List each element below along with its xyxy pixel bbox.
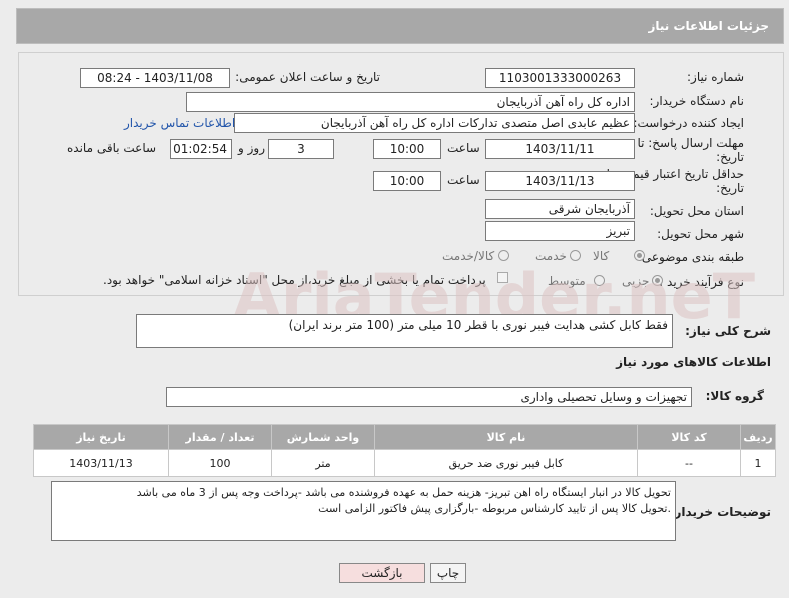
purchase-type-label: نوع فرآیند خرید :	[659, 275, 744, 289]
buyer-org-label: نام دستگاه خریدار:	[649, 94, 745, 108]
province-field: آذربایجان شرقی	[485, 199, 635, 219]
purchase-medium-radio[interactable]	[594, 275, 605, 286]
announce-datetime-field: 1403/11/08 - 08:24	[80, 68, 230, 88]
print-button[interactable]: چاپ	[430, 563, 466, 583]
purchase-minor-radio[interactable]	[652, 275, 663, 286]
treasury-payment-note: پرداخت تمام یا بخشی از مبلغ خرید،از محل …	[103, 273, 486, 287]
category-label: طبقه بندی موضوعی:	[637, 250, 744, 264]
cell-row-number: 1	[740, 449, 776, 477]
goods-group-field: تجهیزات و وسایل تحصیلی واداری	[166, 387, 692, 407]
goods-table: ردیف کد کالا نام کالا واحد شمارش تعداد /…	[33, 424, 776, 477]
col-row-number: ردیف	[740, 424, 776, 450]
cell-need-date: 1403/11/13	[33, 449, 169, 477]
reply-date-field: 1403/11/11	[485, 139, 635, 159]
time-remaining-label: ساعت باقی مانده	[67, 141, 157, 155]
buyer-org-field: اداره کل راه آهن آذربایجان	[186, 92, 635, 112]
announce-datetime-label: تاریخ و ساعت اعلان عمومی:	[235, 70, 380, 84]
back-button[interactable]: بازگشت	[339, 563, 425, 583]
reply-deadline-label: مهلت ارسال پاسخ: تا	[637, 136, 744, 150]
summary-textarea[interactable]: فقط کابل کشی هدایت فیبر نوری با قطر 10 م…	[136, 314, 673, 348]
reply-time-field: 10:00	[373, 139, 441, 159]
summary-label: شرح کلی نیاز:	[685, 324, 771, 338]
creator-field: عظیم عابدی اصل متصدی تدارکات اداره کل را…	[234, 113, 635, 133]
buyer-notes-textarea[interactable]: تحویل کالا در انبار ایستگاه راه اهن تبری…	[51, 481, 676, 541]
cell-item-name: کابل فیبر نوری ضد حریق	[374, 449, 638, 477]
days-label: روز و	[238, 141, 265, 155]
buyer-notes-line-1: تحویل کالا در انبار ایستگاه راه اهن تبری…	[136, 486, 671, 499]
goods-table-header: ردیف کد کالا نام کالا واحد شمارش تعداد /…	[33, 424, 776, 450]
city-field: تبریز	[485, 221, 635, 241]
price-validity-label-2: تاریخ:	[716, 181, 744, 195]
creator-label: ایجاد کننده درخواست:	[633, 116, 744, 130]
reply-time-label: ساعت	[447, 141, 480, 155]
category-goods-service-radio[interactable]	[498, 250, 509, 261]
category-goods-radio[interactable]	[634, 250, 645, 261]
treasury-payment-checkbox[interactable]	[497, 272, 508, 283]
page-title: جزئیات اطلاعات نیاز	[648, 19, 769, 33]
col-need-date: تاریخ نیاز	[33, 424, 169, 450]
price-validity-time-field: 10:00	[373, 171, 441, 191]
city-label: شهر محل تحویل:	[657, 227, 744, 241]
time-remaining-field: 01:02:54	[170, 139, 232, 159]
cell-unit: متر	[271, 449, 375, 477]
cell-quantity: 100	[168, 449, 272, 477]
province-label: استان محل تحویل:	[649, 204, 744, 218]
purchase-medium-label: متوسط	[548, 274, 586, 288]
cell-item-code: --	[637, 449, 741, 477]
col-item-name: نام کالا	[374, 424, 638, 450]
reply-deadline-label-2: تاریخ:	[716, 150, 744, 164]
buyer-notes-line-2: .تحویل کالا پس از تایید کارشناس مربوطه -…	[318, 502, 671, 515]
goods-section-title: اطلاعات کالاهای مورد نیاز	[616, 355, 771, 369]
days-remaining-field: 3	[268, 139, 334, 159]
price-validity-time-label: ساعت	[447, 173, 480, 187]
category-goods-service-label: کالا/خدمت	[442, 249, 495, 263]
category-service-radio[interactable]	[570, 250, 581, 261]
buyer-notes-label: توضیحات خریدار:	[669, 505, 771, 519]
col-item-code: کد کالا	[637, 424, 741, 450]
table-row: 1 -- کابل فیبر نوری ضد حریق متر 100 1403…	[33, 449, 776, 477]
need-number-label: شماره نیاز:	[687, 70, 744, 84]
purchase-minor-label: جزیی	[622, 274, 650, 288]
col-quantity: تعداد / مقدار	[168, 424, 272, 450]
goods-group-label: گروه کالا:	[705, 389, 764, 403]
col-unit: واحد شمارش	[271, 424, 375, 450]
category-goods-label: کالا	[593, 249, 610, 263]
buyer-contact-link[interactable]: اطلاعات تماس خریدار	[124, 116, 235, 130]
category-service-label: خدمت	[535, 249, 567, 263]
page-header: جزئیات اطلاعات نیاز	[16, 8, 784, 44]
need-number-field: 1103001333000263	[485, 68, 635, 88]
price-validity-date-field: 1403/11/13	[485, 171, 635, 191]
